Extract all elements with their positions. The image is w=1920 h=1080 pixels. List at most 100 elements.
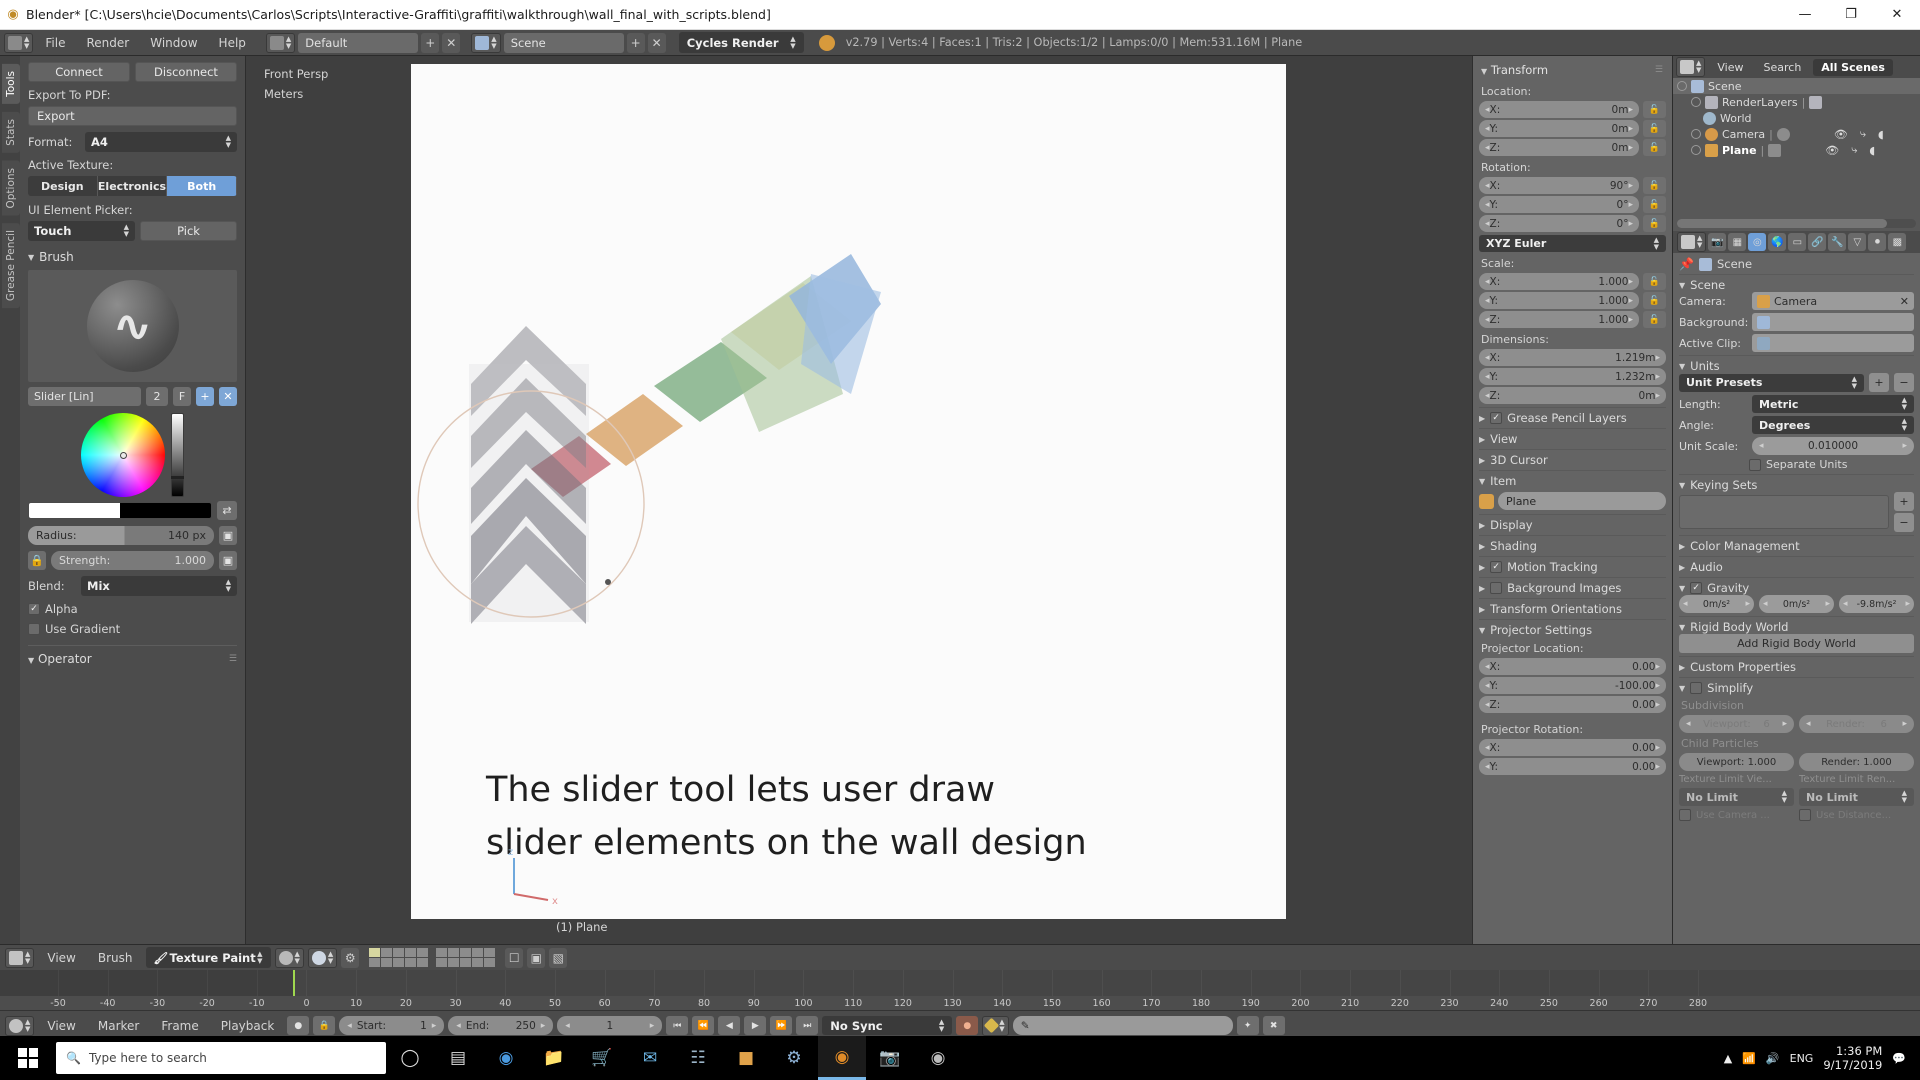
subdiv-render-field[interactable]: ◂ Render: 6 ▸: [1799, 715, 1914, 733]
remove-preset-button[interactable]: −: [1894, 373, 1914, 392]
export-button[interactable]: Export: [28, 106, 237, 126]
subdiv-viewport-field[interactable]: ◂ Viewport: 6 ▸: [1679, 715, 1794, 733]
panel-grease-pencil-layers[interactable]: ▶ ✓ Grease Pencil Layers: [1479, 407, 1666, 425]
add-rigid-body-world-button[interactable]: Add Rigid Body World: [1679, 634, 1914, 653]
mail-icon[interactable]: ✉: [626, 1036, 674, 1080]
tab-object[interactable]: ▭: [1788, 233, 1807, 251]
menu-help[interactable]: Help: [210, 33, 255, 53]
use-gradient-checkbox[interactable]: [28, 623, 40, 635]
scene-layers-grid-1[interactable]: [369, 948, 429, 967]
scene-icon-button[interactable]: ▲ ▼: [471, 32, 501, 53]
add-scene-button[interactable]: +: [626, 32, 645, 53]
projector-rotation-y-field[interactable]: ◂ Y: 0.00 ▸: [1479, 758, 1666, 775]
panel-audio[interactable]: ▶ Audio: [1679, 556, 1914, 574]
active-clip-field[interactable]: [1752, 334, 1914, 352]
rotation-mode-dropdown[interactable]: XYZ Euler ▲ ▼: [1479, 235, 1666, 252]
paint-canvas[interactable]: The slider tool lets user draw slider el…: [411, 64, 1286, 919]
tab-texture[interactable]: ▩: [1888, 233, 1907, 251]
child-render-field[interactable]: Render: 1.000: [1799, 753, 1914, 771]
jump-to-end-button[interactable]: ⏭: [796, 1016, 819, 1035]
panel-rigid-body-world[interactable]: ▼ Rigid Body World: [1679, 616, 1914, 634]
pin-icon[interactable]: 📌: [1679, 257, 1694, 271]
panel-3d-cursor[interactable]: ▶ 3D Cursor: [1479, 449, 1666, 467]
brush-new-button[interactable]: +: [196, 387, 214, 406]
expand-toggle-icon[interactable]: [1691, 145, 1701, 155]
delete-layout-button[interactable]: ✕: [442, 32, 461, 53]
network-icon[interactable]: 📶: [1742, 1052, 1756, 1065]
scene-layers-grid-2[interactable]: [436, 948, 496, 967]
ui-picker-dropdown[interactable]: Touch ▲ ▼: [28, 221, 135, 241]
eye-icon[interactable]: 👁: [1834, 128, 1848, 141]
end-frame-field[interactable]: ◂ End: 250 ▸: [448, 1016, 554, 1035]
brush-panel-header[interactable]: ▼ Brush: [28, 250, 237, 264]
chrome-icon[interactable]: ◉: [482, 1036, 530, 1080]
pivot-point-dropdown[interactable]: ▲ ▼: [307, 947, 338, 968]
dimensions-x-field[interactable]: ◂ X: 1.219m ▸: [1479, 349, 1666, 366]
auto-keying-button[interactable]: ●: [956, 1016, 979, 1035]
maximize-button[interactable]: ❐: [1828, 0, 1874, 30]
editor-type-selector-info[interactable]: ▲ ▼: [4, 32, 34, 53]
tab-render[interactable]: 📷: [1708, 233, 1727, 251]
panel-background-images[interactable]: ▶ Background Images: [1479, 577, 1666, 595]
panel-gravity[interactable]: ▼ ✓ Gravity: [1679, 577, 1914, 595]
add-layout-button[interactable]: +: [421, 32, 440, 53]
render-engine-dropdown[interactable]: Cycles Render ▲ ▼: [678, 32, 804, 53]
viewport-3d[interactable]: Front Persp Meters The slider tool lets …: [246, 56, 1472, 944]
editor-icon[interactable]: ☷: [674, 1036, 722, 1080]
start-frame-field[interactable]: ◂ Start: 1 ▸: [339, 1016, 445, 1035]
tab-tools[interactable]: Tools: [2, 64, 20, 104]
outliner-menu-view[interactable]: View: [1709, 59, 1751, 76]
length-dropdown[interactable]: Metric ▲ ▼: [1752, 395, 1914, 413]
gravity-z-field[interactable]: ◂ -9.8m/s² ▸: [1839, 595, 1914, 613]
dimensions-y-field[interactable]: ◂ Y: 1.232m ▸: [1479, 368, 1666, 385]
location-y-field[interactable]: ◂ Y: 0m ▸: [1479, 120, 1639, 137]
chevron-up-icon[interactable]: ▲: [1724, 1052, 1732, 1065]
lock-location-x[interactable]: 🔓: [1643, 101, 1666, 118]
projector-location-z-field[interactable]: ◂ Z: 0.00 ▸: [1479, 696, 1666, 713]
outliner-item-camera[interactable]: Camera | 👁 ⤷ ◖: [1673, 126, 1920, 142]
texture-option-both[interactable]: Both: [167, 176, 237, 196]
insert-keyframe-button[interactable]: ✦: [1236, 1016, 1259, 1035]
outliner-display-mode[interactable]: All Scenes: [1813, 58, 1893, 76]
value-slider[interactable]: [171, 413, 184, 497]
camera-field[interactable]: Camera ✕: [1752, 292, 1914, 310]
clock[interactable]: 1:36 PM 9/17/2019: [1823, 1044, 1882, 1072]
lock-scale-x[interactable]: 🔓: [1643, 273, 1666, 290]
gravity-x-field[interactable]: ◂ 0m/s² ▸: [1679, 595, 1754, 613]
color-swatch[interactable]: [28, 502, 212, 519]
disc-icon[interactable]: ◉: [914, 1036, 962, 1080]
panel-transform-orientations[interactable]: ▶ Transform Orientations: [1479, 598, 1666, 616]
jump-to-start-button[interactable]: ⏮: [666, 1016, 689, 1035]
volume-icon[interactable]: 🔊: [1766, 1052, 1780, 1065]
color-wheel[interactable]: [81, 413, 165, 497]
gravity-checkbox[interactable]: ✓: [1690, 582, 1703, 594]
screen-layout-icon-button[interactable]: ▲ ▼: [265, 32, 296, 53]
keying-sets-list[interactable]: [1679, 495, 1889, 529]
outliner-scrollbar[interactable]: [1677, 219, 1916, 228]
unit-presets-dropdown[interactable]: Unit Presets ▲ ▼: [1679, 373, 1864, 392]
swap-colors-button[interactable]: ⇄: [217, 501, 237, 520]
background-field[interactable]: [1752, 313, 1914, 331]
current-frame-field[interactable]: ◂ 1 ▸: [557, 1016, 663, 1035]
panel-item[interactable]: ▼ Item: [1479, 470, 1666, 488]
rotation-z-field[interactable]: ◂ Z: 0° ▸: [1479, 215, 1639, 232]
remove-keying-set-button[interactable]: −: [1894, 513, 1914, 532]
projector-rotation-x-field[interactable]: ◂ X: 0.00 ▸: [1479, 739, 1666, 756]
close-button[interactable]: ✕: [1874, 0, 1920, 30]
unit-scale-field[interactable]: ◂ 0.010000 ▸: [1752, 437, 1914, 455]
timeline-menu-marker[interactable]: Marker: [89, 1016, 148, 1036]
render-view-button[interactable]: ▣: [527, 947, 546, 968]
tab-constraints[interactable]: 🔗: [1808, 233, 1827, 251]
snap-toggle-button[interactable]: ⚙: [341, 947, 360, 968]
primary-color[interactable]: [29, 503, 120, 518]
outliner-item-renderlayers[interactable]: RenderLayers |: [1673, 94, 1920, 110]
tab-data[interactable]: ▽: [1848, 233, 1867, 251]
simplify-checkbox[interactable]: [1690, 682, 1703, 694]
projector-location-x-field[interactable]: ◂ X: 0.00 ▸: [1479, 658, 1666, 675]
item-name-field[interactable]: Plane: [1498, 492, 1666, 510]
tab-material[interactable]: ⚫: [1868, 233, 1887, 251]
background-images-checkbox[interactable]: [1490, 582, 1503, 594]
notifications-icon[interactable]: 💬: [1892, 1052, 1906, 1065]
lock-scale-z[interactable]: 🔓: [1643, 311, 1666, 328]
blender-taskbar-icon[interactable]: ◉: [818, 1036, 866, 1080]
